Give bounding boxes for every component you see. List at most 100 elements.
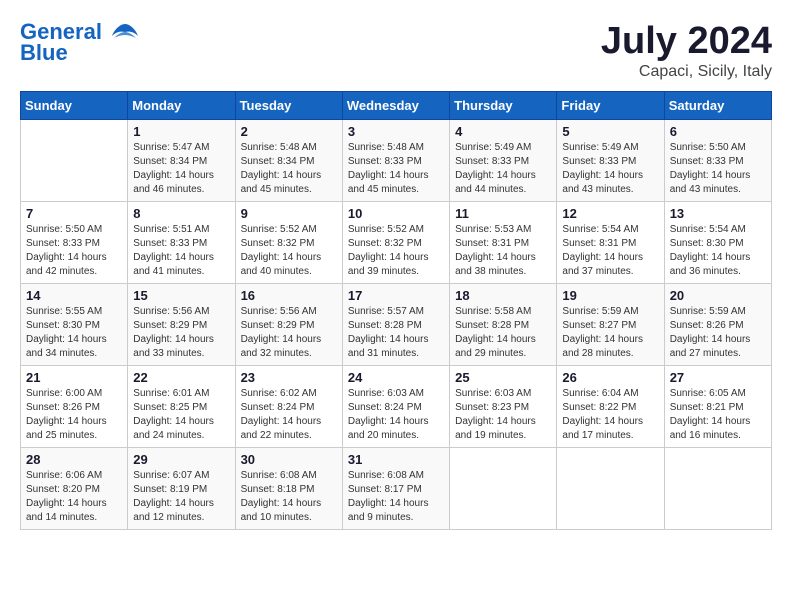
day-info-23: Sunrise: 6:02 AM Sunset: 8:24 PM Dayligh… bbox=[241, 387, 337, 443]
day-info-21: Sunrise: 6:00 AM Sunset: 8:26 PM Dayligh… bbox=[26, 387, 122, 443]
day-info-26: Sunrise: 6:04 AM Sunset: 8:22 PM Dayligh… bbox=[562, 387, 658, 443]
day-info-7: Sunrise: 5:50 AM Sunset: 8:33 PM Dayligh… bbox=[26, 223, 122, 279]
day-number-19: 19 bbox=[562, 288, 658, 303]
day-info-24: Sunrise: 6:03 AM Sunset: 8:24 PM Dayligh… bbox=[348, 387, 444, 443]
week-row-1: 7 Sunrise: 5:50 AM Sunset: 8:33 PM Daylig… bbox=[21, 202, 772, 284]
week-row-0: 1 Sunrise: 5:47 AM Sunset: 8:34 PM Daylig… bbox=[21, 120, 772, 202]
calendar-cell-w4d3: 31Sunrise: 6:08 AM Sunset: 8:17 PM Dayli… bbox=[342, 448, 449, 530]
header-thursday: Thursday bbox=[450, 92, 557, 120]
page-header: General Blue July 2024 Capaci, Sicily, I… bbox=[20, 20, 772, 81]
calendar-cell-w0d0 bbox=[21, 120, 128, 202]
day-number-1: 1 bbox=[133, 124, 229, 139]
day-info-14: Sunrise: 5:55 AM Sunset: 8:30 PM Dayligh… bbox=[26, 305, 122, 361]
day-number-11: 11 bbox=[455, 206, 551, 221]
day-info-3: Sunrise: 5:48 AM Sunset: 8:33 PM Dayligh… bbox=[348, 141, 444, 197]
calendar-cell-w3d2: 23Sunrise: 6:02 AM Sunset: 8:24 PM Dayli… bbox=[235, 366, 342, 448]
day-info-19: Sunrise: 5:59 AM Sunset: 8:27 PM Dayligh… bbox=[562, 305, 658, 361]
calendar-cell-w0d6: 6Sunrise: 5:50 AM Sunset: 8:33 PM Daylig… bbox=[664, 120, 771, 202]
calendar-cell-w1d5: 12 Sunrise: 5:54 AM Sunset: 8:31 PM Dayli… bbox=[557, 202, 664, 284]
day-number-13: 13 bbox=[670, 206, 766, 221]
day-info-5: Sunrise: 5:49 AM Sunset: 8:33 PM Dayligh… bbox=[562, 141, 658, 197]
day-info-8: Sunrise: 5:51 AM Sunset: 8:33 PM Dayligh… bbox=[133, 223, 229, 279]
day-number-2: 2 bbox=[241, 124, 337, 139]
day-info-10: Sunrise: 5:52 AM Sunset: 8:32 PM Dayligh… bbox=[348, 223, 444, 279]
week-row-2: 14 Sunrise: 5:55 AM Sunset: 8:30 PM Dayli… bbox=[21, 284, 772, 366]
day-info-28: Sunrise: 6:06 AM Sunset: 8:20 PM Dayligh… bbox=[26, 469, 122, 525]
day-number-16: 16 bbox=[241, 288, 337, 303]
calendar-cell-w0d5: 5 Sunrise: 5:49 AM Sunset: 8:33 PM Daylig… bbox=[557, 120, 664, 202]
calendar-cell-w1d4: 11 Sunrise: 5:53 AM Sunset: 8:31 PM Dayli… bbox=[450, 202, 557, 284]
day-number-7: 7 bbox=[26, 206, 122, 221]
calendar-cell-w2d2: 16 Sunrise: 5:56 AM Sunset: 8:29 PM Dayli… bbox=[235, 284, 342, 366]
day-info-9: Sunrise: 5:52 AM Sunset: 8:32 PM Dayligh… bbox=[241, 223, 337, 279]
calendar-cell-w3d3: 24 Sunrise: 6:03 AM Sunset: 8:24 PM Dayli… bbox=[342, 366, 449, 448]
day-number-22: 22 bbox=[133, 370, 229, 385]
day-info-29: Sunrise: 6:07 AM Sunset: 8:19 PM Dayligh… bbox=[133, 469, 229, 525]
calendar-cell-w4d5 bbox=[557, 448, 664, 530]
day-number-24: 24 bbox=[348, 370, 444, 385]
calendar-cell-w2d0: 14 Sunrise: 5:55 AM Sunset: 8:30 PM Dayli… bbox=[21, 284, 128, 366]
day-number-12: 12 bbox=[562, 206, 658, 221]
calendar-cell-w1d6: 13 Sunrise: 5:54 AM Sunset: 8:30 PM Dayli… bbox=[664, 202, 771, 284]
calendar-cell-w3d6: 27 Sunrise: 6:05 AM Sunset: 8:21 PM Dayli… bbox=[664, 366, 771, 448]
header-friday: Friday bbox=[557, 92, 664, 120]
calendar-cell-w2d1: 15Sunrise: 5:56 AM Sunset: 8:29 PM Dayli… bbox=[128, 284, 235, 366]
calendar-cell-w3d1: 22 Sunrise: 6:01 AM Sunset: 8:25 PM Dayli… bbox=[128, 366, 235, 448]
calendar-cell-w3d5: 26 Sunrise: 6:04 AM Sunset: 8:22 PM Dayli… bbox=[557, 366, 664, 448]
calendar-header: Sunday Monday Tuesday Wednesday Thursday… bbox=[21, 92, 772, 120]
day-number-9: 9 bbox=[241, 206, 337, 221]
calendar-cell-w0d1: 1 Sunrise: 5:47 AM Sunset: 8:34 PM Daylig… bbox=[128, 120, 235, 202]
calendar-cell-w4d4 bbox=[450, 448, 557, 530]
header-sunday: Sunday bbox=[21, 92, 128, 120]
calendar-cell-w1d2: 9 Sunrise: 5:52 AM Sunset: 8:32 PM Daylig… bbox=[235, 202, 342, 284]
day-number-21: 21 bbox=[26, 370, 122, 385]
calendar-cell-w4d6 bbox=[664, 448, 771, 530]
header-saturday: Saturday bbox=[664, 92, 771, 120]
calendar-cell-w3d4: 25 Sunrise: 6:03 AM Sunset: 8:23 PM Dayli… bbox=[450, 366, 557, 448]
day-info-1: Sunrise: 5:47 AM Sunset: 8:34 PM Dayligh… bbox=[133, 141, 229, 197]
day-info-12: Sunrise: 5:54 AM Sunset: 8:31 PM Dayligh… bbox=[562, 223, 658, 279]
logo: General Blue bbox=[20, 20, 140, 66]
day-info-25: Sunrise: 6:03 AM Sunset: 8:23 PM Dayligh… bbox=[455, 387, 551, 443]
day-info-15: Sunrise: 5:56 AM Sunset: 8:29 PM Dayligh… bbox=[133, 305, 229, 361]
calendar-cell-w0d2: 2 Sunrise: 5:48 AM Sunset: 8:34 PM Daylig… bbox=[235, 120, 342, 202]
day-info-16: Sunrise: 5:56 AM Sunset: 8:29 PM Dayligh… bbox=[241, 305, 337, 361]
calendar-cell-w2d5: 19 Sunrise: 5:59 AM Sunset: 8:27 PM Dayli… bbox=[557, 284, 664, 366]
day-info-13: Sunrise: 5:54 AM Sunset: 8:30 PM Dayligh… bbox=[670, 223, 766, 279]
day-info-27: Sunrise: 6:05 AM Sunset: 8:21 PM Dayligh… bbox=[670, 387, 766, 443]
day-number-28: 28 bbox=[26, 452, 122, 467]
day-number-6: 6 bbox=[670, 124, 766, 139]
day-number-30: 30 bbox=[241, 452, 337, 467]
day-info-20: Sunrise: 5:59 AM Sunset: 8:26 PM Dayligh… bbox=[670, 305, 766, 361]
day-number-25: 25 bbox=[455, 370, 551, 385]
day-info-2: Sunrise: 5:48 AM Sunset: 8:34 PM Dayligh… bbox=[241, 141, 337, 197]
logo-bird-icon bbox=[110, 22, 140, 44]
day-number-4: 4 bbox=[455, 124, 551, 139]
week-row-3: 21 Sunrise: 6:00 AM Sunset: 8:26 PM Dayli… bbox=[21, 366, 772, 448]
calendar-cell-w3d0: 21 Sunrise: 6:00 AM Sunset: 8:26 PM Dayli… bbox=[21, 366, 128, 448]
month-year-title: July 2024 bbox=[601, 20, 772, 63]
day-number-14: 14 bbox=[26, 288, 122, 303]
title-block: July 2024 Capaci, Sicily, Italy bbox=[601, 20, 772, 81]
day-number-26: 26 bbox=[562, 370, 658, 385]
calendar-cell-w0d3: 3Sunrise: 5:48 AM Sunset: 8:33 PM Daylig… bbox=[342, 120, 449, 202]
day-number-5: 5 bbox=[562, 124, 658, 139]
day-number-29: 29 bbox=[133, 452, 229, 467]
day-info-22: Sunrise: 6:01 AM Sunset: 8:25 PM Dayligh… bbox=[133, 387, 229, 443]
day-info-18: Sunrise: 5:58 AM Sunset: 8:28 PM Dayligh… bbox=[455, 305, 551, 361]
calendar-cell-w0d4: 4 Sunrise: 5:49 AM Sunset: 8:33 PM Daylig… bbox=[450, 120, 557, 202]
day-info-17: Sunrise: 5:57 AM Sunset: 8:28 PM Dayligh… bbox=[348, 305, 444, 361]
day-info-31: Sunrise: 6:08 AM Sunset: 8:17 PM Dayligh… bbox=[348, 469, 444, 525]
day-info-4: Sunrise: 5:49 AM Sunset: 8:33 PM Dayligh… bbox=[455, 141, 551, 197]
calendar-table: Sunday Monday Tuesday Wednesday Thursday… bbox=[20, 91, 772, 530]
calendar-cell-w4d1: 29 Sunrise: 6:07 AM Sunset: 8:19 PM Dayli… bbox=[128, 448, 235, 530]
days-of-week-row: Sunday Monday Tuesday Wednesday Thursday… bbox=[21, 92, 772, 120]
calendar-cell-w4d2: 30 Sunrise: 6:08 AM Sunset: 8:18 PM Dayli… bbox=[235, 448, 342, 530]
day-number-27: 27 bbox=[670, 370, 766, 385]
calendar-cell-w2d3: 17Sunrise: 5:57 AM Sunset: 8:28 PM Dayli… bbox=[342, 284, 449, 366]
header-wednesday: Wednesday bbox=[342, 92, 449, 120]
day-info-30: Sunrise: 6:08 AM Sunset: 8:18 PM Dayligh… bbox=[241, 469, 337, 525]
calendar-cell-w1d0: 7 Sunrise: 5:50 AM Sunset: 8:33 PM Daylig… bbox=[21, 202, 128, 284]
day-number-20: 20 bbox=[670, 288, 766, 303]
day-info-11: Sunrise: 5:53 AM Sunset: 8:31 PM Dayligh… bbox=[455, 223, 551, 279]
